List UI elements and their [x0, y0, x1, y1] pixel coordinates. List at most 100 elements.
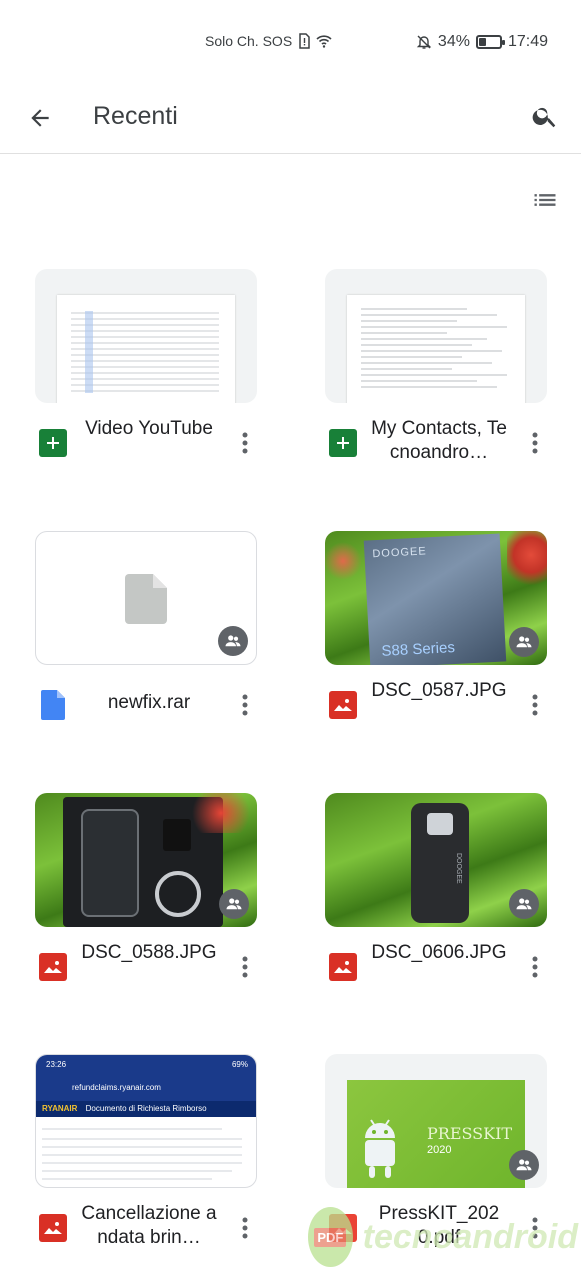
screenshot-form-lines	[42, 1128, 242, 1180]
screenshot-time: 23:26	[46, 1060, 67, 1069]
spreadsheet-preview	[347, 295, 525, 403]
file-thumbnail[interactable]: PRESSKIT 2020	[325, 1054, 547, 1188]
app-bar: Recenti	[0, 86, 581, 154]
screenshot-brand: RYANAIR	[42, 1104, 78, 1113]
file-name: DSC_0587.JPG	[371, 680, 507, 701]
sheets-icon	[39, 429, 67, 457]
arrow-back-icon	[31, 109, 49, 127]
more-options-button[interactable]	[523, 427, 547, 459]
presskit-year: 2020	[427, 1144, 452, 1156]
cable-coil	[155, 871, 201, 917]
shared-icon	[219, 889, 249, 919]
file-card[interactable]: DOOGEE DSC_0606.JPG	[325, 793, 547, 1015]
screenshot-header: RYANAIR Documento di Richiesta Rimborso	[36, 1101, 256, 1117]
more-vert-icon	[242, 694, 248, 716]
screenshot-statusbar: 23:26 69%	[36, 1055, 256, 1075]
phone-outline	[81, 809, 139, 917]
file-name: Cancellazione andata brin…	[81, 1203, 217, 1248]
phone-brand: DOOGEE	[455, 853, 462, 884]
image-icon	[39, 1214, 67, 1242]
wifi-icon	[316, 35, 332, 48]
camera-module	[427, 813, 453, 835]
more-vert-icon	[242, 432, 248, 454]
status-left: Solo Ch. SOS	[205, 33, 332, 49]
file-thumbnail[interactable]	[325, 269, 547, 403]
carrier-label: Solo Ch. SOS	[205, 33, 293, 49]
shared-icon	[509, 1150, 539, 1180]
watermark-text: tecnoandroid	[362, 1217, 578, 1256]
screenshot-urlbar: refundclaims.ryanair.com	[36, 1075, 256, 1101]
presskit-cover: PRESSKIT 2020	[347, 1080, 525, 1188]
file-card[interactable]: 23:26 69% refundclaims.ryanair.com RYANA…	[35, 1054, 257, 1276]
file-name: Video YouTube	[85, 418, 213, 439]
presskit-label: PRESSKIT	[427, 1124, 513, 1143]
file-thumbnail[interactable]	[35, 531, 257, 665]
battery-percent: 34%	[437, 33, 470, 50]
red-leaves	[325, 541, 361, 581]
more-vert-icon	[532, 432, 538, 454]
battery-fill	[478, 38, 486, 46]
list-view-toggle[interactable]	[529, 184, 561, 216]
screenshot-battery: 69%	[231, 1060, 248, 1069]
back-button[interactable]	[20, 98, 60, 138]
more-vert-icon	[532, 956, 538, 978]
box-series: S88 Series	[381, 639, 456, 660]
spreadsheet-lines	[71, 311, 219, 393]
file-card[interactable]: My Contacts, Tecnoandro…	[325, 269, 547, 491]
more-options-button[interactable]	[233, 689, 257, 721]
more-vert-icon	[242, 1217, 248, 1239]
shared-icon	[218, 626, 248, 656]
box-brand: DOOGEE	[372, 545, 428, 561]
watermark: PDF tecnoandroid	[308, 1204, 578, 1270]
image-icon	[329, 953, 357, 981]
bell-off-icon	[416, 35, 432, 49]
more-vert-icon	[242, 956, 248, 978]
sim-alert-icon	[299, 33, 310, 49]
file-card[interactable]: DSC_0588.JPG	[35, 793, 257, 1015]
shared-icon	[509, 889, 539, 919]
more-options-button[interactable]	[523, 689, 547, 721]
generic-file-icon	[125, 574, 167, 624]
file-name: DSC_0588.JPG	[81, 942, 217, 963]
sheets-icon	[329, 429, 357, 457]
file-card[interactable]: newfix.rar	[35, 531, 257, 753]
spreadsheet-lines	[361, 308, 507, 388]
more-options-button[interactable]	[233, 427, 257, 459]
android-robot-icon	[365, 1119, 395, 1178]
clock: 17:49	[507, 33, 548, 50]
search-icon	[532, 107, 556, 128]
list-view-icon	[534, 194, 556, 206]
phone-back-photo: DOOGEE	[411, 803, 469, 923]
watermark-logo: PDF	[308, 1207, 353, 1267]
screenshot-url: refundclaims.ryanair.com	[72, 1083, 161, 1092]
image-icon	[329, 691, 357, 719]
box-photo: DOOGEE S88 Series	[363, 533, 507, 665]
file-thumbnail[interactable]: 23:26 69% refundclaims.ryanair.com RYANA…	[35, 1054, 257, 1188]
screenshot-heading: Documento di Richiesta Rimborso	[85, 1104, 207, 1113]
more-options-button[interactable]	[523, 951, 547, 983]
file-card[interactable]: Video YouTube	[35, 269, 257, 491]
image-icon	[39, 953, 67, 981]
spreadsheet-preview	[57, 295, 235, 403]
file-thumbnail[interactable]	[35, 269, 257, 403]
file-card[interactable]: DOOGEE S88 Series DSC_0587.JPG	[325, 531, 547, 753]
red-leaves	[507, 531, 547, 591]
shared-icon	[509, 627, 539, 657]
file-thumbnail[interactable]: DOOGEE S88 Series	[325, 531, 547, 665]
battery-icon	[475, 35, 505, 49]
red-leaves	[185, 793, 257, 833]
file-name: newfix.rar	[107, 692, 191, 713]
docs-icon	[39, 690, 67, 720]
search-button[interactable]	[525, 96, 565, 136]
file-thumbnail[interactable]	[35, 793, 257, 927]
file-name: My Contacts, Tecnoandro…	[371, 418, 507, 463]
more-options-button[interactable]	[233, 1212, 257, 1244]
more-options-button[interactable]	[233, 951, 257, 983]
status-right: 34% 17:49	[416, 33, 548, 51]
status-bar: Solo Ch. SOS 34% 17:49	[0, 0, 581, 86]
file-thumbnail[interactable]: DOOGEE	[325, 793, 547, 927]
file-name: DSC_0606.JPG	[371, 942, 507, 963]
more-vert-icon	[532, 694, 538, 716]
page-title: Recenti	[93, 102, 178, 130]
watermark-badge: PDF	[314, 1227, 347, 1247]
